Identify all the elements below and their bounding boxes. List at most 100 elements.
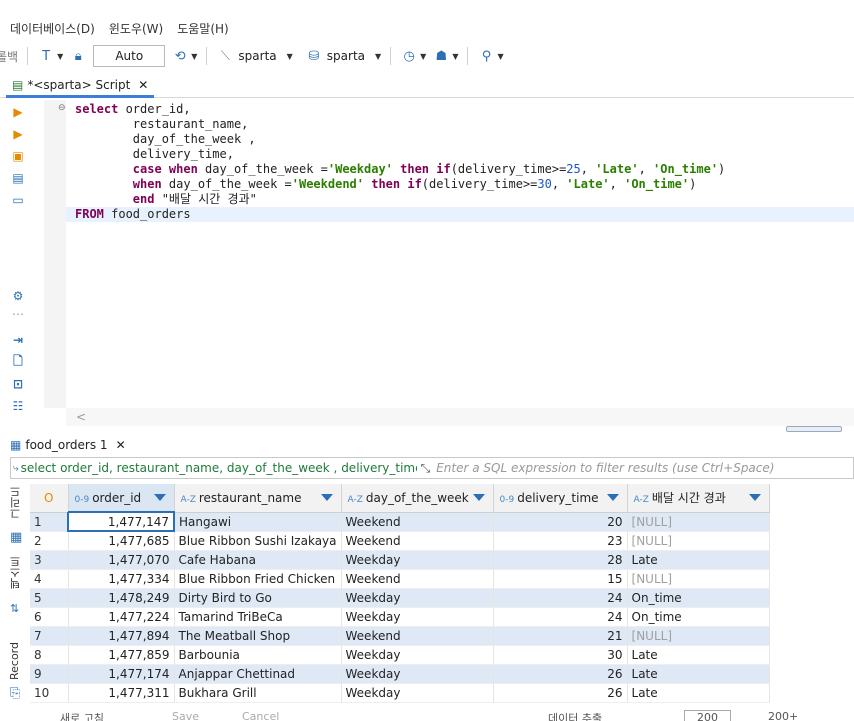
cell-delivery-result[interactable]: [NULL] — [627, 569, 770, 589]
cell-day-of-week[interactable]: Weekend — [341, 512, 494, 532]
chevron-down-icon[interactable]: ▼ — [452, 52, 458, 61]
variables-icon[interactable]: ⊡ — [10, 376, 26, 392]
commit-mode-field[interactable]: Auto — [93, 45, 166, 67]
cell-delivery-result[interactable]: [NULL] — [627, 531, 770, 551]
execute-statement-icon[interactable]: ▶ — [10, 104, 26, 120]
cell-day-of-week[interactable]: Weekday — [341, 683, 494, 703]
filter-input[interactable]: Enter a SQL expression to filter results… — [430, 461, 774, 475]
table-row[interactable]: 8 1,477,859 Barbounia Weekday 30 Late — [30, 645, 770, 665]
row-number[interactable]: 2 — [30, 531, 69, 551]
row-number[interactable]: 4 — [30, 569, 69, 589]
column-header-delivery-time[interactable]: 0-9 delivery_time — [493, 484, 628, 513]
cell-delivery-time[interactable]: 26 — [493, 664, 628, 684]
fetch-size-input[interactable]: 200 — [684, 710, 731, 721]
cell-delivery-time[interactable]: 23 — [493, 531, 628, 551]
row-number[interactable]: 3 — [30, 550, 69, 570]
cell-restaurant-name[interactable]: The Meatball Shop — [174, 626, 342, 646]
text-view-icon[interactable]: ⇅ — [10, 602, 19, 615]
cell-day-of-week[interactable]: Weekend — [341, 531, 494, 551]
side-tab-record[interactable]: Record — [8, 642, 21, 680]
history-icon[interactable]: ⟲ — [171, 47, 189, 65]
cell-restaurant-name[interactable]: Anjappar Chettinad — [174, 664, 342, 684]
export-icon[interactable]: ⇥ — [10, 332, 26, 348]
menu-window[interactable]: 윈도우(W) — [109, 20, 163, 40]
cell-restaurant-name[interactable]: Dirty Bird to Go — [174, 588, 342, 608]
cell-order-id[interactable]: 1,477,894 — [68, 626, 175, 646]
side-tab-grid[interactable]: 그리드 — [8, 486, 24, 519]
table-row[interactable]: 3 1,477,070 Cafe Habana Weekday 28 Late — [30, 550, 770, 570]
cell-restaurant-name[interactable]: Blue Ribbon Sushi Izakaya — [174, 531, 342, 551]
row-number[interactable]: 1 — [30, 512, 69, 532]
table-row[interactable]: 2 1,477,685 Blue Ribbon Sushi Izakaya Weeke… — [30, 531, 770, 551]
cell-delivery-result[interactable]: [NULL] — [627, 626, 770, 646]
row-number[interactable]: 9 — [30, 664, 69, 684]
transaction-mode-icon[interactable]: T — [37, 47, 55, 65]
table-row[interactable]: 4 1,477,334 Blue Ribbon Fried Chicken Weeke… — [30, 569, 770, 589]
refresh-button[interactable]: 새로 고침 — [60, 710, 104, 721]
scroll-left-icon[interactable]: < — [76, 410, 86, 424]
cell-day-of-week[interactable]: Weekend — [341, 569, 494, 589]
cell-order-id[interactable]: 1,477,174 — [68, 664, 175, 684]
execute-new-tab-icon[interactable]: ▶ — [10, 126, 26, 142]
search-icon[interactable]: ⚲ — [477, 47, 495, 65]
cell-delivery-time[interactable]: 15 — [493, 569, 628, 589]
explain-plan-icon[interactable]: ▤ — [10, 170, 26, 186]
table-row[interactable]: 5 1,478,249 Dirty Bird to Go Weekday 24 On_ti… — [30, 588, 770, 608]
dashboard-icon[interactable]: ◷ — [400, 47, 418, 65]
cell-day-of-week[interactable]: Weekday — [341, 645, 494, 665]
cell-restaurant-name[interactable]: Cafe Habana — [174, 550, 342, 570]
cell-delivery-time[interactable]: 30 — [493, 645, 628, 665]
cell-delivery-time[interactable]: 24 — [493, 607, 628, 627]
chevron-down-icon[interactable]: ▼ — [191, 52, 197, 61]
cell-order-id[interactable]: 1,477,334 — [68, 569, 175, 589]
fold-icon[interactable]: ⊖ — [58, 103, 66, 113]
export-data-button[interactable]: 데이터 추출 — [548, 710, 602, 721]
cell-delivery-result[interactable]: Late — [627, 664, 770, 684]
row-number[interactable]: 6 — [30, 607, 69, 627]
table-row[interactable]: 10 1,477,311 Bukhara Grill Weekday 26 Late — [30, 683, 770, 703]
cell-delivery-result[interactable]: On_time — [627, 588, 770, 608]
cell-day-of-week[interactable]: Weekday — [341, 588, 494, 608]
row-number[interactable]: 10 — [30, 683, 69, 703]
cell-delivery-time[interactable]: 28 — [493, 550, 628, 570]
chevron-down-icon[interactable]: ▼ — [420, 52, 426, 61]
cell-order-id[interactable]: 1,477,685 — [68, 531, 175, 551]
cell-restaurant-name[interactable]: Barbounia — [174, 645, 342, 665]
cell-restaurant-name[interactable]: Bukhara Grill — [174, 683, 342, 703]
cell-delivery-result[interactable]: Late — [627, 683, 770, 703]
menu-help[interactable]: 도움말(H) — [177, 20, 229, 40]
chevron-down-icon[interactable]: ▼ — [497, 52, 503, 61]
execute-script-icon[interactable]: ▣ — [10, 148, 26, 164]
cell-delivery-result[interactable]: Late — [627, 645, 770, 665]
sql-editor[interactable]: select order_id, restaurant_name, day_of… — [66, 100, 854, 408]
chevron-down-icon[interactable]: ▼ — [57, 52, 63, 61]
cell-restaurant-name[interactable]: Tamarind TriBeCa — [174, 607, 342, 627]
row-number[interactable]: 8 — [30, 645, 69, 665]
panel-splitter-handle[interactable] — [786, 426, 842, 432]
cell-delivery-result[interactable]: Late — [627, 550, 770, 570]
menu-database[interactable]: 데이터베이스(D) — [10, 20, 95, 40]
cell-delivery-time[interactable]: 20 — [493, 512, 628, 532]
cell-restaurant-name[interactable]: Hangawi — [174, 512, 342, 532]
cell-order-id[interactable]: 1,477,859 — [68, 645, 175, 665]
cell-delivery-result[interactable]: [NULL] — [627, 512, 770, 532]
active-schema-selector[interactable]: ⛁ sparta ▼ — [305, 47, 381, 65]
cancel-button[interactable]: Cancel — [242, 710, 279, 721]
outline-icon[interactable]: ☷ — [10, 398, 26, 414]
cell-order-id[interactable]: 1,477,224 — [68, 607, 175, 627]
table-row[interactable]: 1 1,477,147 Hangawi Weekend 20 [NULL] — [30, 511, 770, 532]
table-row[interactable]: 7 1,477,894 The Meatball Shop Weekend 21 [NUL… — [30, 626, 770, 646]
table-row[interactable]: 6 1,477,224 Tamarind TriBeCa Weekday 24 On_ti… — [30, 607, 770, 627]
new-file-icon[interactable]: 🗋︎ — [10, 354, 26, 370]
cell-day-of-week[interactable]: Weekday — [341, 607, 494, 627]
cell-day-of-week[interactable]: Weekend — [341, 626, 494, 646]
tab-script[interactable]: ▤ *<sparta> Script ✕ — [6, 74, 155, 98]
close-icon[interactable]: ✕ — [138, 78, 148, 92]
terminal-icon[interactable]: ▭ — [10, 192, 26, 208]
row-number[interactable]: 5 — [30, 588, 69, 608]
active-datasource-selector[interactable]: ⟍ sparta ▼ — [216, 47, 293, 65]
cell-restaurant-name[interactable]: Blue Ribbon Fried Chicken — [174, 569, 342, 589]
results-filter-bar[interactable]: ⤷ select order_id, restaurant_name, day_… — [10, 457, 854, 479]
cell-delivery-time[interactable]: 24 — [493, 588, 628, 608]
settings-gear-icon[interactable]: ⚙ — [10, 288, 26, 304]
